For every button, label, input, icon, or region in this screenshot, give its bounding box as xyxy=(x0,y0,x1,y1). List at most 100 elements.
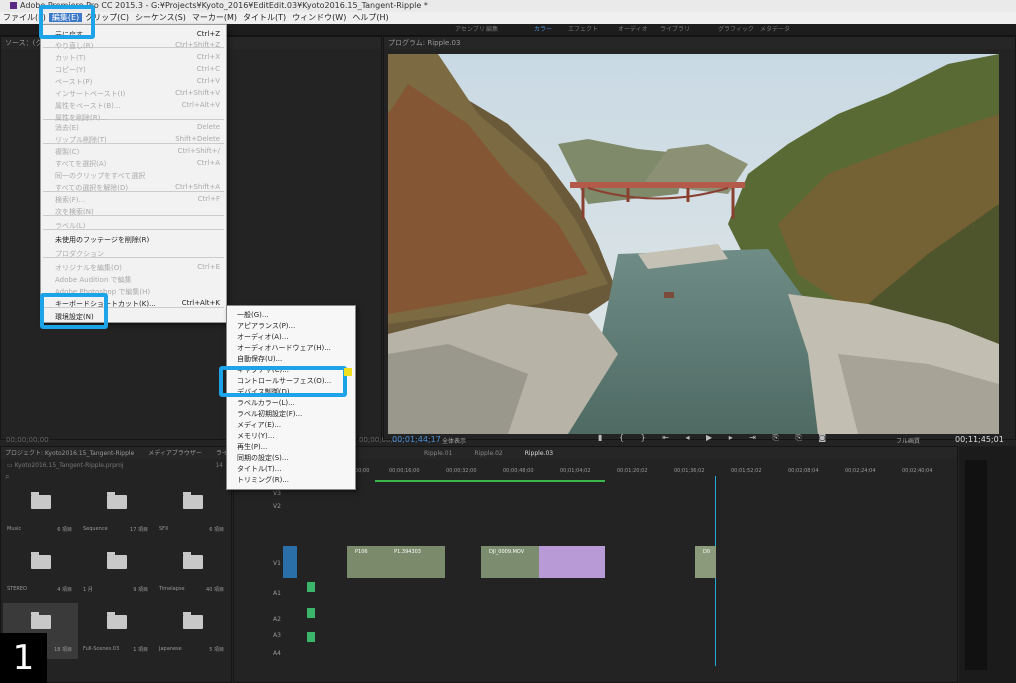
preferences-menu-item[interactable]: タイトル(T)... xyxy=(237,464,281,474)
program-header: プログラム: Ripple.03 xyxy=(384,37,1015,49)
program-video-frame xyxy=(388,54,999,434)
edit-menu-item[interactable]: 同一のクリップをすべて選択 xyxy=(55,171,145,181)
timeline-clip[interactable]: D0 xyxy=(695,546,716,578)
preferences-menu-item[interactable]: 一般(G)... xyxy=(237,310,269,320)
bin-item[interactable]: 1 月9 項目 xyxy=(79,543,154,599)
preferences-menu-item[interactable]: オーディオハードウェア(H)... xyxy=(237,343,331,353)
edit-menu-item[interactable]: プロダクション xyxy=(55,249,104,259)
timeline-clip-group[interactable]: P106 P1.394303 xyxy=(347,546,445,578)
bin-item[interactable]: SFX 6 項目 xyxy=(155,483,230,539)
program-zoom-select[interactable]: 全体表示 xyxy=(442,436,466,445)
menu-marker[interactable]: マーカー(M) xyxy=(189,13,240,22)
track-header-a4[interactable]: A4 xyxy=(273,650,347,657)
edit-menu-item[interactable]: やり直し(R) xyxy=(55,41,93,51)
edit-menu-item[interactable]: 属性を削除(R)... xyxy=(55,113,107,123)
edit-menu-shortcut: Ctrl+Alt+V xyxy=(181,101,220,109)
timeline-clip-transition[interactable] xyxy=(539,546,605,578)
preferences-menu-item[interactable]: 同期の設定(S)... xyxy=(237,453,289,463)
preferences-menu-item[interactable]: メディア(E)... xyxy=(237,420,281,430)
bin-item[interactable]: Timelapse 40 項目 xyxy=(155,543,230,599)
menu-bar: ファイル(F) 編集(E) クリップ(C) シーケンス(S) マーカー(M) タイトル(T… xyxy=(0,12,1016,24)
search-icon[interactable]: ⌕ xyxy=(5,472,9,482)
edit-menu-item[interactable]: Adobe Audition で編集 xyxy=(55,275,132,285)
track-header-v3[interactable]: V3 xyxy=(273,490,347,497)
preferences-menu-item[interactable]: オーディオ(A)... xyxy=(237,332,288,342)
folder-icon xyxy=(107,492,127,509)
edit-menu-shortcut: Ctrl+Shift+/ xyxy=(177,147,220,155)
highlight-edit-menu xyxy=(39,5,95,39)
ws-color[interactable]: カラー xyxy=(534,24,552,36)
program-playhead-timecode[interactable]: 00;01;44;17 xyxy=(392,435,441,444)
preferences-menu-item[interactable]: 再生(P)... xyxy=(237,442,267,452)
edit-menu-item[interactable]: 属性をペースト(B)... xyxy=(55,101,121,111)
meter-track xyxy=(965,460,987,670)
a1-source-patch[interactable] xyxy=(307,582,315,592)
track-header-v2[interactable]: V2 xyxy=(273,503,347,510)
edit-menu-item[interactable]: 未使用のフッテージを削除(R) xyxy=(55,235,149,245)
ws-assembly[interactable]: アセンブリ xyxy=(455,24,485,36)
preferences-menu-item[interactable]: トリミング(R)... xyxy=(237,475,289,485)
program-transport-controls[interactable]: ▮ { } ⇤ ◂ ▶ ▸ ⇥ ⎘ ⎘ ◙ xyxy=(598,433,833,443)
edit-menu-shortcut: Ctrl+Alt+K xyxy=(181,299,220,307)
folder-icon xyxy=(183,552,203,569)
tab-sequence-ripple01[interactable]: Ripple.01 xyxy=(424,448,452,459)
menu-title[interactable]: タイトル(T) xyxy=(240,13,289,22)
ws-graphics[interactable]: グラフィック xyxy=(718,24,754,36)
edit-menu-item[interactable]: リップル削除(T) xyxy=(55,135,107,145)
edit-menu-item[interactable]: 消去(E) xyxy=(55,123,79,133)
ws-libraries[interactable]: ライブラリ xyxy=(660,24,690,36)
edit-menu-shortcut: Ctrl+A xyxy=(196,159,220,167)
edit-menu-shortcut: Ctrl+Z xyxy=(196,30,220,38)
bin-item[interactable]: Music 6 項目 xyxy=(3,483,78,539)
tab-sequence-ripple02[interactable]: Ripple.02 xyxy=(474,448,502,459)
edit-menu-item[interactable]: すべてを選択(A) xyxy=(55,159,106,169)
ws-edit[interactable]: 編集 xyxy=(486,24,498,36)
preferences-menu-item[interactable]: ラベルカラー(L)... xyxy=(237,398,295,408)
edit-menu-item[interactable]: ペースト(P) xyxy=(55,77,92,87)
tab-media-browser[interactable]: メディアブラウザー xyxy=(148,448,202,459)
edit-menu-item[interactable]: コピー(Y) xyxy=(55,65,86,75)
edit-menu-shortcut: Ctrl+F xyxy=(197,195,220,203)
edit-menu-shortcut: Ctrl+E xyxy=(197,263,220,271)
edit-menu-item[interactable]: 次を検索(N) xyxy=(55,207,94,217)
v1-target-toggle[interactable] xyxy=(283,546,297,578)
edit-menu-item[interactable]: カット(T) xyxy=(55,53,86,63)
a3-source-patch[interactable] xyxy=(307,632,315,642)
edit-menu-shortcut: Ctrl+Shift+Z xyxy=(175,41,220,49)
preferences-menu-item[interactable]: メモリ(Y)... xyxy=(237,431,274,441)
edit-menu-item[interactable]: オリジナルを編集(O) xyxy=(55,263,122,273)
preferences-menu-item[interactable]: 自動保存(U)... xyxy=(237,354,282,364)
preferences-menu-item[interactable]: ラベル初期設定(F)... xyxy=(237,409,302,419)
ws-audio[interactable]: オーディオ xyxy=(618,24,648,36)
bin-item[interactable]: Japanese 5 項目 xyxy=(155,603,230,659)
preferences-submenu: 一般(G)... アピアランス(P)... オーディオ(A)... オーディオハードウ… xyxy=(226,305,356,490)
edit-menu-item[interactable]: インサートペースト(I) xyxy=(55,89,125,99)
ws-effects[interactable]: エフェクト xyxy=(568,24,598,36)
edit-menu-shortcut: Shift+Delete xyxy=(175,135,220,143)
folder-icon xyxy=(31,552,51,569)
work-area-bar[interactable] xyxy=(375,480,605,482)
preferences-menu-item[interactable]: アピアランス(P)... xyxy=(237,321,295,331)
step-badge: 1 xyxy=(0,633,47,683)
menu-sequence[interactable]: シーケンス(S) xyxy=(132,13,189,22)
edit-menu-item[interactable]: 検索(F)... xyxy=(55,195,85,205)
selection-handle xyxy=(344,368,352,376)
menu-window[interactable]: ウィンドウ(W) xyxy=(289,13,349,22)
bin-item[interactable]: Full-Scenes.03 1 項目 xyxy=(79,603,154,659)
edit-menu-shortcut: Ctrl+X xyxy=(196,53,220,61)
timeline-clip[interactable]: DJI_0009.MOV xyxy=(481,546,539,578)
edit-menu-item[interactable]: すべての選択を解除(D) xyxy=(55,183,128,193)
tab-sequence-ripple03[interactable]: Ripple.03 xyxy=(525,448,553,459)
project-tabs: プロジェクト: Kyoto2016.15_Tangent-Ripple メディアブ… xyxy=(1,447,231,459)
bin-item[interactable]: STEREO 4 項目 xyxy=(3,543,78,599)
edit-menu-shortcut: Delete xyxy=(197,123,220,131)
bin-item[interactable]: Sequence 17 項目 xyxy=(79,483,154,539)
source-timecode-in: 00;00;00;00 xyxy=(6,436,49,444)
a2-source-patch[interactable] xyxy=(307,608,315,618)
tab-project[interactable]: プロジェクト: Kyoto2016.15_Tangent-Ripple xyxy=(5,448,134,459)
edit-menu-item[interactable]: 複製(C) xyxy=(55,147,79,157)
menu-help[interactable]: ヘルプ(H) xyxy=(349,13,391,22)
program-resolution-select[interactable]: フル画質 xyxy=(896,436,920,445)
ws-metadata[interactable]: メタデータ xyxy=(760,24,790,36)
edit-menu-item[interactable]: ラベル(L) xyxy=(55,221,85,231)
